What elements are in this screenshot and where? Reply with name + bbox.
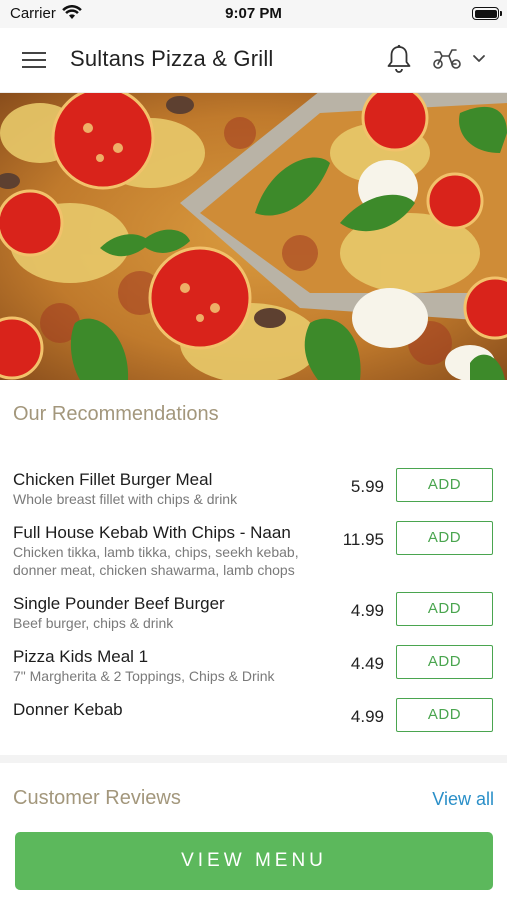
item-name: Single Pounder Beef Burger <box>13 594 225 613</box>
add-button[interactable]: ADD <box>396 645 493 679</box>
add-button[interactable]: ADD <box>396 521 493 555</box>
app-header: Sultans Pizza & Grill <box>0 28 507 93</box>
bell-icon[interactable] <box>386 44 412 74</box>
add-button[interactable]: ADD <box>396 592 493 626</box>
item-name: Chicken Fillet Burger Meal <box>13 470 213 489</box>
status-bar: Carrier 9:07 PM <box>0 0 507 28</box>
scooter-icon[interactable] <box>432 48 462 70</box>
item-description: Beef burger, chips & drink <box>13 615 174 631</box>
item-description: 7" Margherita & 2 Toppings, Chips & Drin… <box>13 668 275 684</box>
recommendations-title: Our Recommendations <box>13 403 219 425</box>
item-description: Chicken tikka, lamb tikka, chips, seekh … <box>13 544 299 578</box>
item-name: Donner Kebab <box>13 700 123 719</box>
item-price: 5.99 <box>350 477 384 496</box>
add-button[interactable]: ADD <box>396 468 493 502</box>
item-price: 11.95 <box>342 530 384 549</box>
view-menu-button[interactable]: VIEW MENU <box>15 832 493 890</box>
chevron-down-icon[interactable] <box>472 54 486 64</box>
item-description: Whole breast fillet with chips & drink <box>13 491 238 507</box>
view-all-reviews-link[interactable]: View all <box>432 789 494 810</box>
item-price: 4.99 <box>350 707 384 726</box>
pizza-illustration <box>0 93 507 380</box>
add-button[interactable]: ADD <box>396 698 493 732</box>
item-name: Pizza Kids Meal 1 <box>13 647 149 666</box>
battery-icon <box>472 7 502 20</box>
hero-pizza-image <box>0 93 507 380</box>
section-divider <box>0 755 507 763</box>
item-price: 4.49 <box>350 654 384 673</box>
customer-reviews-title: Customer Reviews <box>13 787 181 809</box>
item-name: Full House Kebab With Chips - Naan <box>13 523 291 542</box>
status-time: 9:07 PM <box>225 5 282 22</box>
restaurant-title: Sultans Pizza & Grill <box>70 46 274 71</box>
item-price: 4.99 <box>350 601 384 620</box>
hamburger-menu-icon[interactable] <box>22 50 48 70</box>
